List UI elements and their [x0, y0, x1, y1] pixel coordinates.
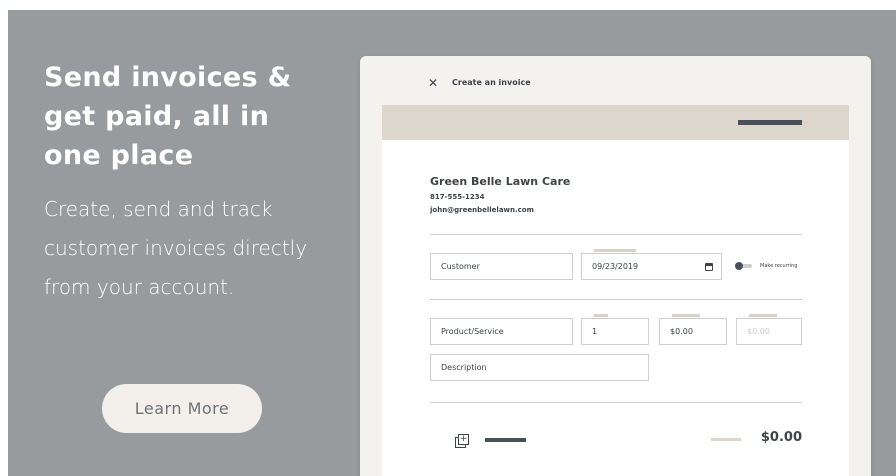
add-icon-plus: +: [458, 434, 469, 445]
amount-field-tab: [749, 314, 777, 317]
rate-field[interactable]: $0.00: [659, 318, 727, 345]
business-name: Green Belle Lawn Care: [430, 175, 571, 188]
promo-banner: Send invoices & get paid, all in one pla…: [8, 10, 896, 476]
add-line-icon[interactable]: +: [455, 434, 469, 448]
date-field-tab: [594, 249, 636, 252]
toolbar-action-button[interactable]: [738, 120, 802, 125]
divider: [430, 402, 802, 403]
invoice-total: $0.00: [760, 430, 802, 445]
divider: [430, 234, 802, 235]
window-header: ✕ Create an invoice: [360, 56, 871, 105]
recurring-label: Make recurring: [760, 263, 798, 269]
date-field[interactable]: 09/23/2019: [581, 253, 722, 280]
quantity-field[interactable]: 1: [581, 318, 649, 345]
invoice-toolbar: [382, 105, 849, 140]
divider: [430, 299, 802, 300]
invoice-window: ✕ Create an invoice Green Belle Lawn Car…: [360, 56, 871, 476]
amount-field: $0.00: [736, 318, 802, 345]
date-value: 09/23/2019: [592, 262, 639, 271]
toggle-knob: [735, 262, 743, 270]
promo-headline: Send invoices & get paid, all in one pla…: [44, 62, 292, 171]
add-line-button[interactable]: [485, 438, 526, 442]
calendar-icon[interactable]: [705, 263, 713, 271]
rate-field-tab: [672, 314, 700, 317]
business-phone: 817-555-1234: [430, 193, 485, 201]
learn-more-button[interactable]: Learn More: [102, 384, 262, 433]
window-title: Create an invoice: [452, 78, 531, 87]
product-service-field[interactable]: Product/Service: [430, 318, 573, 345]
description-field[interactable]: Description: [430, 354, 649, 381]
recurring-toggle[interactable]: [735, 262, 753, 270]
invoice-sheet: Green Belle Lawn Care 817-555-1234 john@…: [382, 140, 849, 476]
quantity-field-tab: [594, 314, 608, 317]
total-label-bar: [711, 438, 741, 441]
business-email: john@greenbellelawn.com: [430, 206, 534, 214]
customer-field[interactable]: Customer: [430, 253, 573, 280]
close-icon[interactable]: ✕: [428, 76, 438, 90]
promo-subline: Create, send and track customer invoices…: [44, 197, 308, 299]
